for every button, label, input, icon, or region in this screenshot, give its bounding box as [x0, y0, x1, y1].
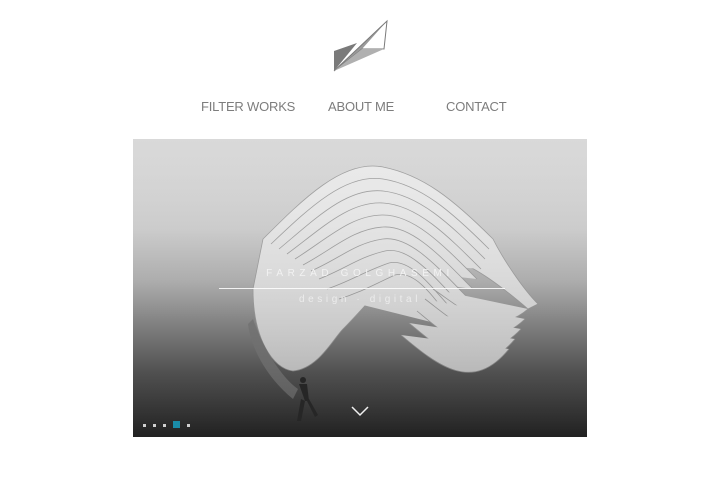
slide-dot-2[interactable] — [153, 424, 156, 427]
slide-dot-4[interactable] — [173, 421, 180, 428]
hero-title: FARZAD GOLGHASEMI — [266, 268, 454, 279]
triangle-logo-icon[interactable] — [332, 19, 388, 73]
hero-subtitle: design · digital — [298, 294, 422, 305]
nav-about-me[interactable]: ABOUT ME — [328, 99, 394, 114]
main-nav: FILTER WORKS ABOUT ME CONTACT — [0, 99, 720, 117]
nav-contact[interactable]: CONTACT — [446, 99, 507, 114]
hero-divider — [219, 288, 505, 289]
slide-dot-1[interactable] — [143, 424, 146, 427]
hero-slider[interactable]: FARZAD GOLGHASEMI design · digital — [133, 139, 587, 437]
nav-filter-works[interactable]: FILTER WORKS — [201, 99, 295, 114]
slide-dot-3[interactable] — [163, 424, 166, 427]
slide-dot-5[interactable] — [187, 424, 190, 427]
chevron-down-icon[interactable] — [351, 406, 369, 417]
